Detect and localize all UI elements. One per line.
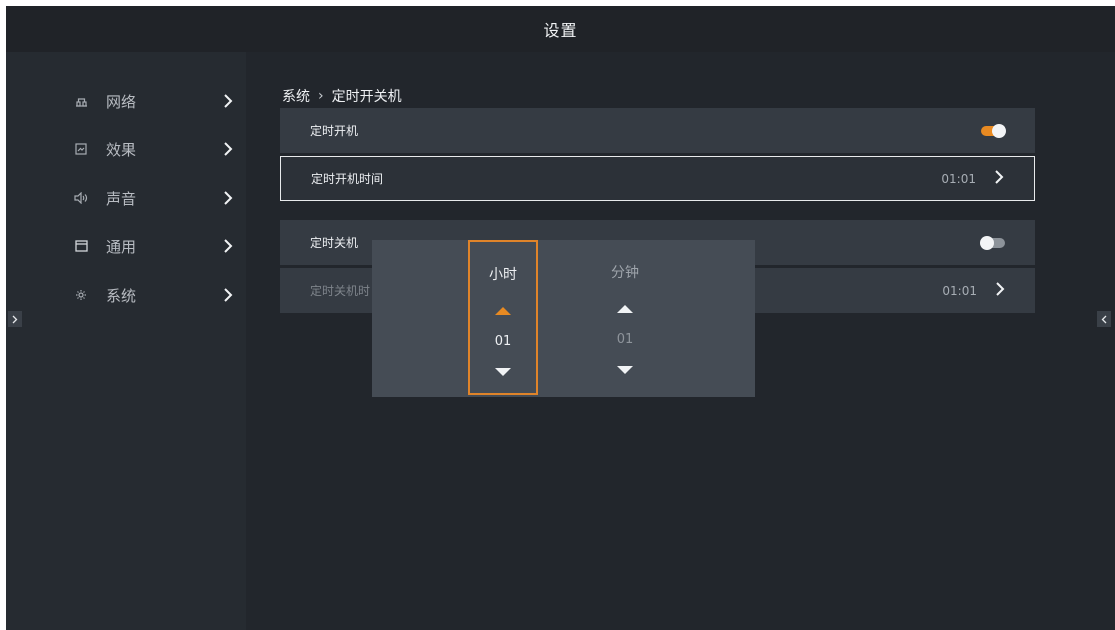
page-title: 设置 [543, 21, 578, 40]
hour-increment-arrow-icon[interactable] [494, 306, 512, 316]
hour-value: 01 [494, 334, 512, 349]
chevron-right-icon [220, 238, 236, 254]
row-label: 定时开机 [310, 124, 359, 138]
chevron-right-icon [220, 190, 236, 206]
chevron-left-icon [1101, 315, 1107, 323]
chevron-right-icon [994, 169, 1004, 188]
breadcrumb: 系统 › 定时开关机 [282, 86, 402, 106]
hour-decrement-arrow-icon[interactable] [494, 367, 512, 377]
sidebar-item-sound[interactable]: 声音 [74, 183, 240, 213]
breadcrumb-current: 定时开关机 [331, 89, 402, 105]
network-icon [74, 94, 88, 108]
expand-right-panel-button[interactable] [1097, 311, 1111, 327]
chevron-right-icon [220, 287, 236, 303]
sidebar-item-label: 网络 [106, 92, 137, 111]
hour-label: 小时 [489, 267, 517, 283]
picture-effect-icon [74, 142, 88, 156]
general-window-icon [74, 239, 88, 253]
system-gear-icon [74, 288, 88, 302]
timer-power-on-toggle[interactable] [981, 123, 1006, 138]
row-value: 01:01 [942, 283, 977, 298]
speaker-icon [74, 191, 88, 205]
timer-power-off-toggle[interactable] [980, 235, 1005, 250]
row-label: 定时开机时间 [311, 172, 384, 186]
time-picker-dialog: 小时 01 分钟 01 [372, 240, 755, 397]
sidebar-item-label: 效果 [106, 140, 137, 159]
title-bar: 设置 [6, 6, 1115, 52]
hour-column[interactable]: 小时 01 [468, 240, 538, 395]
chevron-right-icon [995, 281, 1005, 300]
minute-value: 01 [616, 332, 634, 347]
timer-power-on-row[interactable]: 定时开机 [280, 108, 1035, 153]
toggle-knob [992, 123, 1006, 138]
breadcrumb-parent[interactable]: 系统 [282, 86, 310, 106]
breadcrumb-separator: › [318, 88, 324, 104]
sidebar-item-label: 声音 [106, 189, 137, 208]
minute-column[interactable]: 分钟 01 [590, 240, 660, 397]
expand-left-panel-button[interactable] [8, 311, 22, 327]
sidebar-item-system[interactable]: 系统 [74, 280, 240, 310]
chevron-right-icon [12, 315, 18, 323]
minute-decrement-arrow-icon[interactable] [616, 365, 634, 375]
timer-power-on-time-row[interactable]: 定时开机时间 01:01 [280, 156, 1035, 201]
sidebar-item-network[interactable]: 网络 [74, 86, 240, 116]
sidebar-item-label: 通用 [106, 237, 137, 256]
chevron-right-icon [220, 141, 236, 157]
sidebar-item-label: 系统 [106, 286, 137, 305]
sidebar-item-general[interactable]: 通用 [74, 231, 240, 261]
minute-increment-arrow-icon[interactable] [616, 304, 634, 314]
sidebar-item-effects[interactable]: 效果 [74, 134, 240, 164]
toggle-knob [980, 235, 994, 250]
chevron-right-icon [220, 93, 236, 109]
settings-screen: 设置 网络 效果 声音 通用 系统 系统 › 定时开关机 定时开机 定时开机时间… [6, 6, 1115, 630]
minute-label: 分钟 [611, 265, 639, 281]
row-value: 01:01 [941, 171, 976, 186]
